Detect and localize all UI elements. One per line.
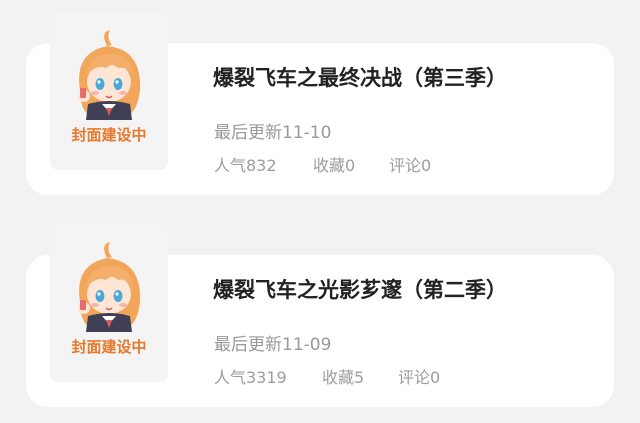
favorites-count: 收藏5 (322, 368, 365, 387)
cover-caption: 封面建设中 (71, 126, 147, 144)
comic-cover[interactable]: 封面建设中 (50, 224, 168, 382)
popularity-count: 人气832 (214, 156, 277, 175)
comic-cover[interactable]: 封面建设中 (50, 12, 168, 170)
comic-title[interactable]: 爆裂飞车之最终决战（第三季） (213, 62, 507, 92)
last-updated: 最后更新11-09 (214, 335, 332, 355)
cover-caption: 封面建设中 (71, 338, 147, 356)
comments-count: 评论0 (389, 156, 432, 175)
anime-girl-placeholder-icon (78, 30, 141, 120)
popularity-count: 人气3319 (214, 368, 287, 387)
favorites-count: 收藏0 (313, 156, 356, 175)
comic-title[interactable]: 爆裂飞车之光影芗邃（第二季） (213, 274, 507, 304)
comments-count: 评论0 (398, 368, 441, 387)
last-updated: 最后更新11-10 (214, 123, 332, 143)
anime-girl-placeholder-icon (78, 242, 141, 332)
